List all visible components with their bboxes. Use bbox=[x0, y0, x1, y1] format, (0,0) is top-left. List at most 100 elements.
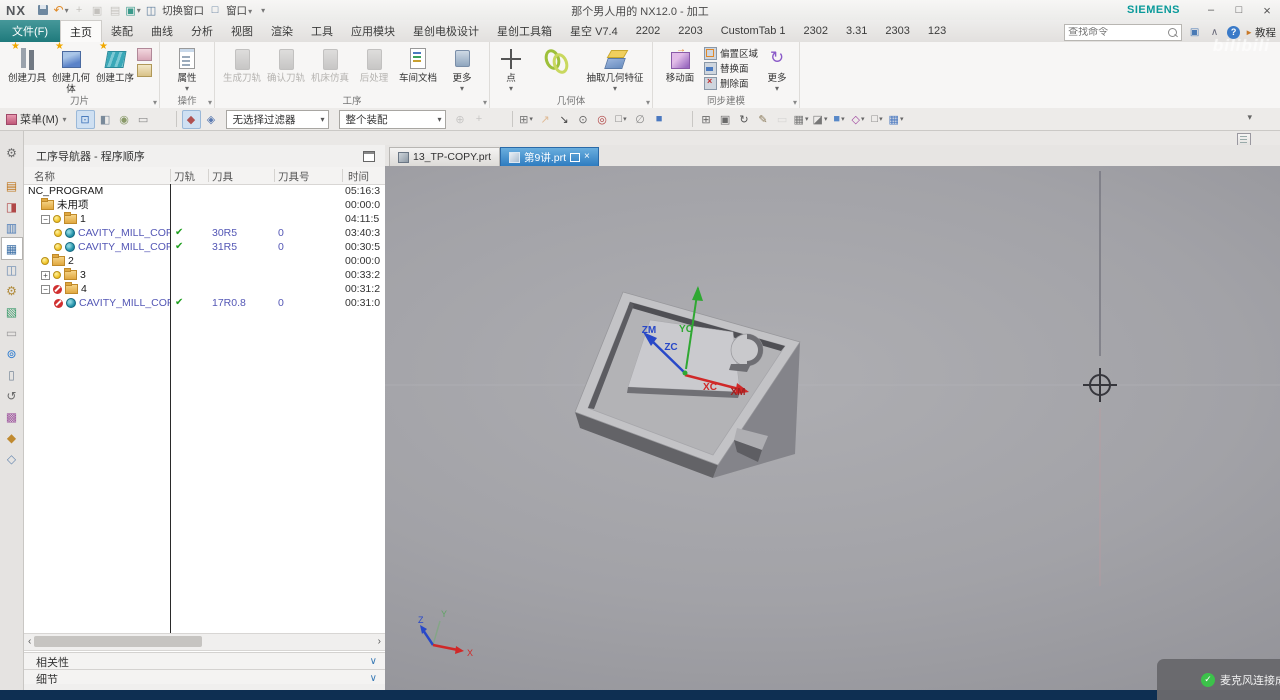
dependencies-section[interactable]: 相关性 bbox=[24, 652, 385, 670]
operation-navigator-icon[interactable]: ▦ bbox=[0, 237, 23, 260]
lasso-select-icon[interactable]: ▭ bbox=[135, 111, 152, 128]
sync-more-button[interactable]: 更多 bbox=[760, 44, 794, 92]
selection-scope-dropdown[interactable]: 整个装配 bbox=[338, 109, 446, 129]
toolbar-icon[interactable] bbox=[154, 111, 171, 128]
group-dropdown-icon[interactable] bbox=[483, 98, 487, 107]
group-dropdown-icon[interactable] bbox=[793, 98, 797, 107]
templates-icon[interactable]: ▧ bbox=[2, 301, 22, 322]
web-browser-icon[interactable]: ⊚ bbox=[2, 343, 22, 364]
create-program-icon[interactable] bbox=[137, 48, 152, 61]
system-materials-icon[interactable]: ◇ bbox=[2, 448, 22, 469]
brush-icon[interactable]: ✎ bbox=[755, 111, 772, 128]
column-toolnum[interactable]: 刀具号 bbox=[278, 169, 310, 184]
scroll-right-icon[interactable]: › bbox=[378, 636, 381, 647]
measure-icon[interactable]: + bbox=[471, 111, 488, 128]
assembly-navigator-icon[interactable]: ▤ bbox=[2, 175, 22, 196]
ribbon-tab[interactable]: 分析 bbox=[182, 20, 222, 42]
display-part-icon[interactable]: ▣ bbox=[125, 3, 141, 17]
ribbon-tab[interactable]: 3.31 bbox=[837, 20, 876, 42]
ribbon-tab[interactable]: 工具 bbox=[302, 20, 342, 42]
wave-geometry-linker-button[interactable] bbox=[527, 44, 583, 74]
machine-tool-navigator-icon[interactable]: ◫ bbox=[2, 259, 22, 280]
save-icon[interactable] bbox=[35, 3, 51, 17]
search-input[interactable] bbox=[1065, 26, 1169, 38]
ribbon-tab[interactable]: CustomTab 1 bbox=[712, 20, 795, 42]
notes-icon[interactable]: ▯ bbox=[2, 364, 22, 385]
menu-button[interactable]: 菜单(M) bbox=[6, 111, 67, 127]
ribbon-tab[interactable]: 应用模块 bbox=[342, 20, 404, 42]
window-menu-label[interactable]: 窗口 bbox=[226, 3, 252, 18]
gear-icon[interactable]: ⚙ bbox=[2, 142, 22, 163]
window-icon[interactable]: □ bbox=[207, 3, 223, 17]
plus-box-icon[interactable]: ⊞ bbox=[518, 111, 535, 128]
toolbar-icon[interactable] bbox=[670, 111, 687, 128]
chevron-down-icon[interactable] bbox=[370, 656, 377, 667]
show-hide-icon[interactable]: ∅ bbox=[632, 111, 649, 128]
ribbon-tab[interactable]: 2303 bbox=[876, 20, 918, 42]
window-style-icon[interactable]: □ bbox=[869, 111, 886, 128]
table-row[interactable]: + 3 00:33:2 bbox=[24, 268, 385, 282]
table-row[interactable]: − 1 04:11:5 bbox=[24, 212, 385, 226]
ribbon-tab[interactable]: 2203 bbox=[669, 20, 711, 42]
ribbon-tab[interactable]: 星空 V7.4 bbox=[561, 20, 627, 42]
ribbon-tab[interactable]: 2302 bbox=[795, 20, 837, 42]
dashed-rect-icon[interactable]: □ bbox=[613, 111, 630, 128]
point-target-icon[interactable]: ◎ bbox=[594, 111, 611, 128]
roles-icon[interactable]: ◆ bbox=[2, 427, 22, 448]
restore-window-icon[interactable] bbox=[570, 152, 581, 162]
table-row[interactable]: CAVITY_MILL_COPY... 17R0.8 0 00:31:0 bbox=[24, 296, 385, 310]
maximize-button[interactable] bbox=[1232, 4, 1246, 16]
selection-filter-dropdown[interactable]: 无选择过滤器 bbox=[225, 109, 329, 129]
group-dropdown-icon[interactable] bbox=[153, 98, 157, 107]
render-style-icon[interactable]: ◇ bbox=[850, 111, 867, 128]
qat-overflow-icon[interactable]: ▾ bbox=[255, 3, 271, 17]
move-face-button[interactable]: 移动面 bbox=[658, 44, 702, 85]
toolbar-icon[interactable] bbox=[490, 111, 507, 128]
panel-icon[interactable] bbox=[1187, 25, 1202, 40]
minimize-button[interactable] bbox=[1204, 4, 1218, 16]
pick-arrow-icon[interactable]: ↘ bbox=[556, 111, 573, 128]
close-button[interactable] bbox=[1260, 3, 1274, 18]
orange-arrow-icon[interactable]: ↗ bbox=[537, 111, 554, 128]
expand-toggle[interactable]: + bbox=[41, 270, 50, 280]
snap-midpoint-icon[interactable]: ◆ bbox=[181, 109, 201, 129]
column-tool[interactable]: 刀具 bbox=[212, 169, 233, 184]
toolbar-overflow-icon[interactable] bbox=[1247, 112, 1252, 123]
journal-icon[interactable]: ▭ bbox=[2, 322, 22, 343]
graphics-viewport[interactable]: ZM ZC YC XC XM Z X Y bbox=[385, 166, 1280, 690]
point-button[interactable]: 点 bbox=[495, 44, 527, 92]
ribbon-tab[interactable]: 曲线 bbox=[142, 20, 182, 42]
derived-point-icon[interactable]: ⊕ bbox=[452, 111, 469, 128]
switch-window-label[interactable]: 切换窗口 bbox=[162, 3, 204, 18]
ribbon-tab[interactable]: 2202 bbox=[627, 20, 669, 42]
create-method-icon[interactable] bbox=[137, 64, 152, 77]
expand-toggle[interactable]: − bbox=[41, 284, 50, 294]
ribbon-tab[interactable]: 装配 bbox=[102, 20, 142, 42]
undo-icon[interactable]: ↶ bbox=[53, 3, 69, 17]
doc-tab-active[interactable]: 第9讲.prt bbox=[500, 147, 599, 166]
delete-face-button[interactable]: 删除面 bbox=[704, 76, 758, 90]
expand-toggle[interactable]: − bbox=[41, 214, 50, 224]
ribbon-tab[interactable]: 123 bbox=[919, 20, 955, 42]
table-row[interactable]: NC_PROGRAM 05:16:3 bbox=[24, 184, 385, 198]
create-operation-button[interactable]: 创建工序 bbox=[93, 41, 137, 85]
process-assistant-icon[interactable]: ⚙ bbox=[2, 280, 22, 301]
table-row[interactable]: 未用项 00:00:0 bbox=[24, 198, 385, 212]
column-toolpath[interactable]: 刀轨 bbox=[174, 169, 195, 184]
clip-section-icon[interactable]: ◪ bbox=[812, 111, 829, 128]
scroll-left-icon[interactable]: ‹ bbox=[28, 636, 31, 647]
zoom-window-icon[interactable]: ⊞ bbox=[698, 111, 715, 128]
table-row[interactable]: − 4 00:31:2 bbox=[24, 282, 385, 296]
rotate-view-icon[interactable]: ↻ bbox=[736, 111, 753, 128]
properties-button[interactable]: 属性 bbox=[165, 44, 209, 92]
constraint-navigator-icon[interactable]: ◨ bbox=[2, 196, 22, 217]
solid-cube-icon[interactable]: ■ bbox=[651, 111, 668, 128]
select-scope-icon[interactable]: ◧ bbox=[97, 111, 114, 128]
column-name[interactable]: 名称 bbox=[34, 169, 55, 184]
ribbon-tab[interactable]: 视图 bbox=[222, 20, 262, 42]
ribbon-tab[interactable]: 主页 bbox=[60, 20, 103, 42]
command-search[interactable] bbox=[1064, 23, 1183, 41]
part-navigator-icon[interactable]: ▥ bbox=[2, 217, 22, 238]
grid-table-icon[interactable]: ▦ bbox=[793, 111, 810, 128]
history-icon[interactable]: ↺ bbox=[2, 385, 22, 406]
